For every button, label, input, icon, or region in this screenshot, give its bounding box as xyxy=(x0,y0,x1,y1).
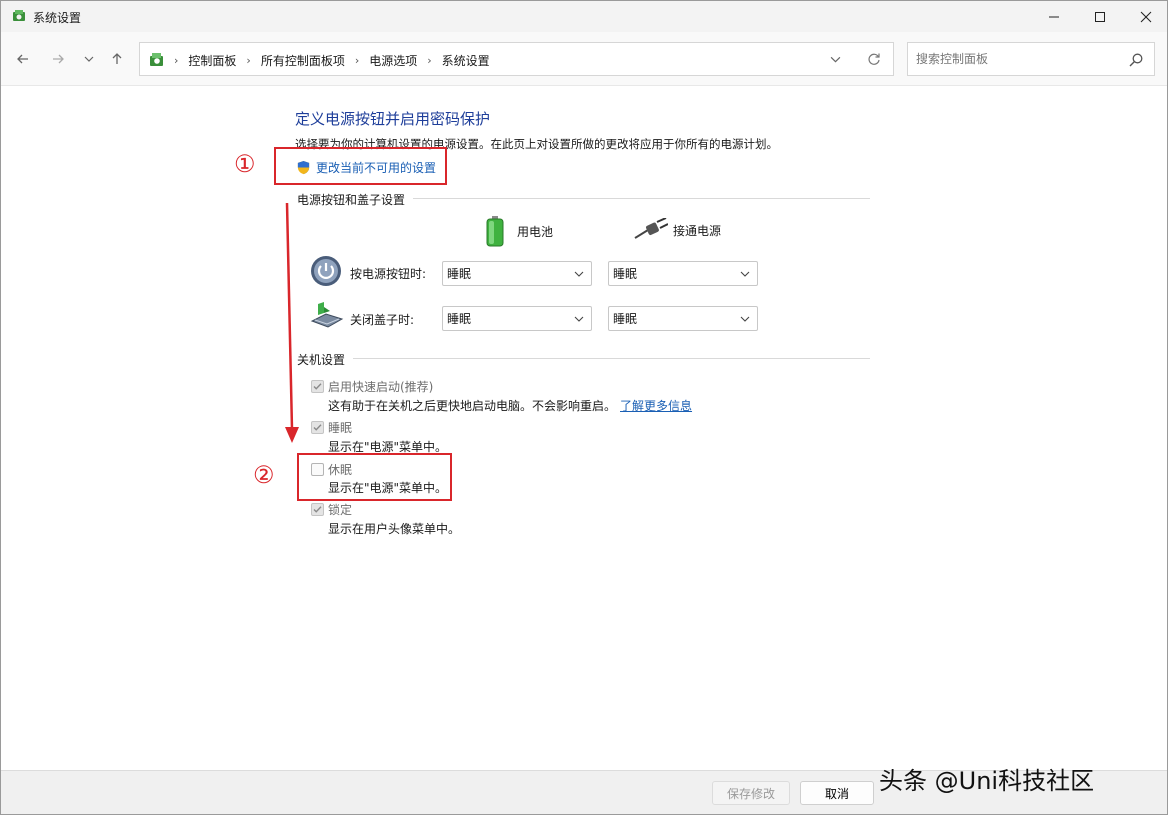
select-value: 睡眠 xyxy=(447,312,472,326)
fast-startup-desc-text: 这有助于在关机之后更快地启动电脑。不会影响重启。 xyxy=(328,399,617,413)
address-bar[interactable]: › 控制面板 › 所有控制面板项 › 电源选项 › 系统设置 xyxy=(139,42,894,76)
hibernate-checkbox[interactable] xyxy=(311,463,324,476)
select-value: 睡眠 xyxy=(447,267,472,281)
power-button-label: 按电源按钮时: xyxy=(350,267,427,281)
system-settings-window: 系统设置 › 控制面板 › 所有控制面板项 › 电源选项 › 系统设置 搜索控制… xyxy=(0,0,1168,815)
chevron-right-icon: › xyxy=(174,54,179,67)
breadcrumb-power-options[interactable]: 电源选项 xyxy=(369,52,417,69)
arrow-left-icon xyxy=(17,54,28,64)
minimize-button[interactable] xyxy=(1031,1,1077,32)
chevron-down-icon xyxy=(574,316,584,322)
cancel-button[interactable]: 取消 xyxy=(800,781,874,805)
fast-startup-label: 启用快速启动(推荐) xyxy=(328,380,434,394)
recent-locations-button[interactable] xyxy=(78,48,100,70)
main-content: 定义电源按钮并启用密码保护 选择要为你的计算机设置的电源设置。在此页上对设置所做… xyxy=(1,87,1167,770)
shutdown-group-title: 关机设置 xyxy=(297,351,354,368)
shutdown-group-divider xyxy=(298,358,870,359)
chevron-right-icon: › xyxy=(427,54,432,67)
plugged-column-header: 接通电源 xyxy=(634,218,721,242)
watermark: 头条 @Uni科技社区 xyxy=(879,767,1095,795)
learn-more-link[interactable]: 了解更多信息 xyxy=(620,399,692,413)
select-value: 睡眠 xyxy=(613,312,638,326)
hibernate-description: 显示在"电源"菜单中。 xyxy=(328,481,448,495)
chevron-down-icon xyxy=(740,271,750,277)
chevron-down-icon xyxy=(574,271,584,277)
control-panel-icon xyxy=(150,53,163,66)
save-changes-button[interactable]: 保存修改 xyxy=(712,781,790,805)
chevron-right-icon: › xyxy=(354,54,360,67)
arrow-right-icon xyxy=(53,54,64,64)
battery-icon xyxy=(486,216,504,247)
minimize-icon xyxy=(1049,16,1059,17)
fast-startup-checkbox[interactable] xyxy=(311,380,324,393)
maximize-icon xyxy=(1095,11,1105,22)
sleep-checkbox[interactable] xyxy=(311,421,324,434)
search-box[interactable] xyxy=(907,42,1155,76)
arrow-up-icon xyxy=(112,53,122,64)
close-lid-label: 关闭盖子时: xyxy=(350,313,415,327)
maximize-button[interactable] xyxy=(1077,1,1123,32)
annotation-box-1 xyxy=(274,147,447,185)
title-bar: 系统设置 xyxy=(1,1,1167,32)
annotation-step-1: ① xyxy=(234,150,256,178)
fast-startup-description: 这有助于在关机之后更快地启动电脑。不会影响重启。 了解更多信息 xyxy=(328,397,692,414)
close-icon xyxy=(1140,11,1152,22)
refresh-button[interactable] xyxy=(867,52,881,69)
breadcrumb-all-items[interactable]: 所有控制面板项 xyxy=(261,52,345,69)
breadcrumb: › 控制面板 › 所有控制面板项 › 电源选项 › 系统设置 xyxy=(174,52,490,69)
up-button[interactable] xyxy=(106,48,128,70)
power-group-title: 电源按钮和盖子设置 xyxy=(297,191,414,208)
chevron-right-icon: › xyxy=(246,54,251,67)
page-title: 定义电源按钮并启用密码保护 xyxy=(295,110,491,128)
lock-label: 锁定 xyxy=(328,503,353,517)
control-panel-icon xyxy=(13,10,25,21)
annotation-step-2: ② xyxy=(253,461,275,489)
hibernate-label: 休眠 xyxy=(328,463,353,477)
checkmark-icon xyxy=(313,383,322,390)
chevron-down-icon xyxy=(740,316,750,322)
plugged-column-label: 接通电源 xyxy=(673,223,722,238)
forward-button[interactable] xyxy=(47,48,69,70)
checkmark-icon xyxy=(313,506,322,513)
power-button-icon xyxy=(311,256,341,286)
search-icon[interactable] xyxy=(1128,52,1144,68)
chevron-down-icon xyxy=(84,56,94,62)
lock-description: 显示在用户头像菜单中。 xyxy=(328,522,461,536)
laptop-lid-icon xyxy=(310,302,344,328)
close-button[interactable] xyxy=(1123,1,1167,32)
chevron-down-icon xyxy=(830,56,841,63)
battery-column-header: 用电池 xyxy=(484,215,553,247)
breadcrumb-system-settings[interactable]: 系统设置 xyxy=(442,52,490,69)
sleep-option[interactable]: 睡眠 xyxy=(311,419,352,436)
address-dropdown-button[interactable] xyxy=(830,54,841,68)
breadcrumb-control-panel[interactable]: 控制面板 xyxy=(188,52,236,69)
sleep-label: 睡眠 xyxy=(328,421,353,435)
select-value: 睡眠 xyxy=(613,267,638,281)
fast-startup-option[interactable]: 启用快速启动(推荐) xyxy=(311,378,433,395)
lock-option[interactable]: 锁定 xyxy=(311,501,352,518)
battery-column-label: 用电池 xyxy=(517,224,554,239)
hibernate-option[interactable]: 休眠 xyxy=(311,461,352,478)
navigation-bar: › 控制面板 › 所有控制面板项 › 电源选项 › 系统设置 xyxy=(1,32,1167,86)
lock-checkbox[interactable] xyxy=(311,503,324,516)
close-lid-battery-select[interactable]: 睡眠 xyxy=(442,306,592,331)
close-lid-plugged-select[interactable]: 睡眠 xyxy=(608,306,758,331)
window-title: 系统设置 xyxy=(33,11,82,25)
refresh-icon xyxy=(868,53,880,65)
search-input[interactable] xyxy=(916,50,1116,68)
power-plug-icon xyxy=(634,218,668,239)
checkmark-icon xyxy=(313,424,322,431)
power-button-battery-select[interactable]: 睡眠 xyxy=(442,261,592,286)
back-button[interactable] xyxy=(12,48,34,70)
annotation-arrow-icon xyxy=(285,202,299,443)
power-button-plugged-select[interactable]: 睡眠 xyxy=(608,261,758,286)
